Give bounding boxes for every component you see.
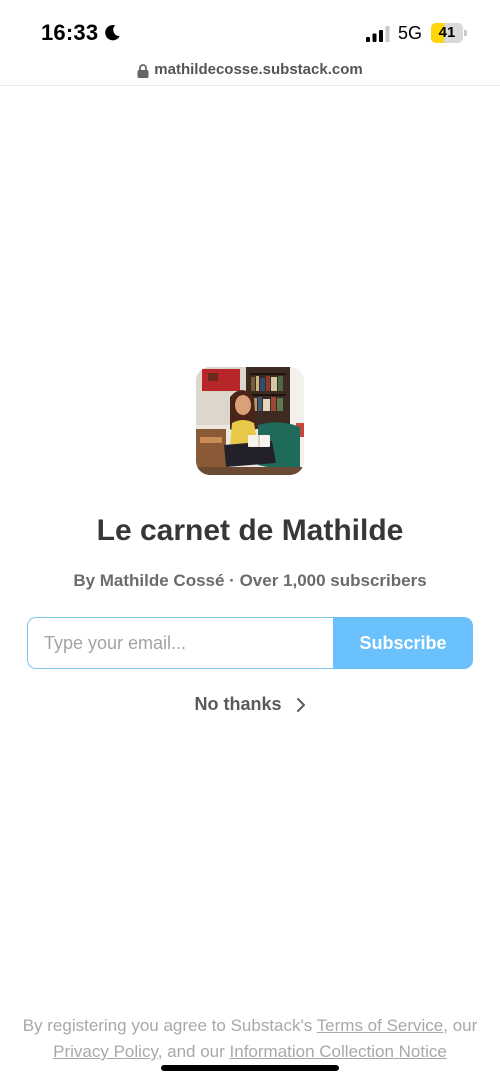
home-indicator[interactable]	[161, 1065, 339, 1071]
status-bar: 16:33 5G 41	[0, 0, 500, 58]
terms-of-service-link[interactable]: Terms of Service	[317, 1016, 444, 1035]
publication-title: Le carnet de Mathilde	[96, 514, 404, 547]
url-domain: mathildecosse.substack.com	[154, 61, 363, 78]
legal-sep-2: , and our	[157, 1042, 230, 1061]
author-avatar	[196, 367, 304, 475]
subscribe-button[interactable]: Subscribe	[333, 617, 473, 669]
moon-icon	[105, 24, 120, 41]
subscribe-form: Subscribe	[27, 617, 473, 669]
privacy-policy-link[interactable]: Privacy Policy	[53, 1042, 158, 1061]
no-thanks-label: No thanks	[194, 694, 282, 714]
chevron-right-icon	[296, 698, 305, 712]
battery-icon: 41	[431, 23, 467, 43]
email-input[interactable]	[27, 617, 333, 669]
status-time: 16:33	[41, 20, 99, 45]
signal-icon	[366, 26, 390, 42]
network-label: 5G	[398, 23, 423, 43]
battery-level: 41	[438, 24, 456, 41]
url-bar[interactable]: mathildecosse.substack.com	[0, 58, 500, 86]
page: 16:33 5G 41 mathildecosse.substack.com L…	[0, 0, 500, 1082]
lock-icon	[137, 63, 149, 78]
legal-prefix: By registering you agree to Substack's	[22, 1016, 317, 1035]
publication-byline: By Mathilde Cossé · Over 1,000 subscribe…	[73, 571, 427, 590]
information-collection-notice-link[interactable]: Information Collection Notice	[230, 1042, 447, 1061]
no-thanks-button[interactable]: No thanks	[0, 694, 500, 715]
legal-sep-1: , our	[443, 1016, 478, 1035]
legal-notice: By registering you agree to Substack's T…	[0, 1013, 500, 1065]
